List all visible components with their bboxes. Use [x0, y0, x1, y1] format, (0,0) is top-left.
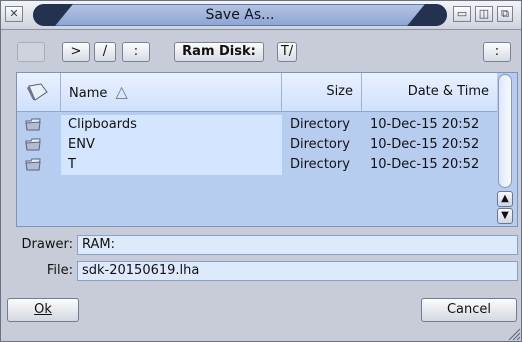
forward-button[interactable]: >: [62, 42, 90, 62]
column-name-header[interactable]: Name △: [61, 73, 282, 111]
file-label: File:: [46, 263, 73, 278]
ok-label: Ok: [34, 302, 52, 317]
scroll-up-arrow-icon[interactable]: ▲: [497, 191, 513, 207]
volume-button[interactable]: Ram Disk:: [174, 42, 264, 62]
scrollbar-track[interactable]: [498, 74, 512, 188]
file-date: 10-Dec-15 20:52: [370, 117, 480, 132]
file-size: Directory: [290, 117, 350, 132]
iconify-icon[interactable]: ▭: [453, 6, 471, 22]
folder-icon: [25, 138, 41, 151]
sort-ascending-icon: △: [115, 82, 128, 101]
list-item[interactable]: Clipboards Directory 10-Dec-15 20:52: [17, 115, 497, 135]
column-icon-header[interactable]: [17, 73, 61, 111]
path-button[interactable]: T/: [277, 42, 297, 62]
name-header-label: Name: [69, 86, 108, 101]
resize-grip-icon[interactable]: [507, 327, 521, 341]
file-name: Clipboards: [68, 117, 137, 132]
depth-icon[interactable]: ◫: [475, 6, 493, 22]
title-bar[interactable]: ✕ Save As... ▭ ◫ ⧉: [1, 1, 521, 30]
save-as-dialog: ✕ Save As... ▭ ◫ ⧉ > / : Ram Disk: T/ :: [0, 0, 522, 342]
file-size: Directory: [290, 157, 350, 172]
root-button[interactable]: /: [94, 42, 116, 62]
file-date: 10-Dec-15 20:52: [370, 137, 480, 152]
scroll-down-arrow-icon[interactable]: ▼: [497, 208, 513, 224]
folder-icon: [25, 118, 41, 131]
window-title: Save As...: [205, 7, 275, 23]
column-size-header[interactable]: Size: [282, 73, 362, 111]
ok-button[interactable]: Ok: [7, 298, 79, 322]
file-name: T: [68, 157, 76, 172]
file-name: ENV: [68, 137, 95, 152]
folder-icon: [25, 158, 41, 171]
file-list[interactable]: Name △ Size Date & Time Clipboards Direc…: [16, 72, 518, 227]
list-header: Name △ Size Date & Time: [17, 73, 497, 112]
column-date-header[interactable]: Date & Time: [362, 73, 497, 111]
list-rows: Clipboards Directory 10-Dec-15 20:52 ENV…: [17, 115, 497, 175]
drawer-label: Drawer:: [21, 237, 73, 252]
vertical-scrollbar[interactable]: ▲ ▼: [497, 73, 515, 226]
close-icon[interactable]: ✕: [5, 6, 23, 22]
file-name-field[interactable]: sdk-20150619.lha: [77, 261, 518, 281]
file-size: Directory: [290, 137, 350, 152]
parent-button[interactable]: [17, 42, 45, 62]
zoom-icon[interactable]: ⧉: [497, 6, 513, 22]
size-header-label: Size: [326, 84, 353, 99]
row-highlight: [61, 155, 282, 175]
cancel-button[interactable]: Cancel: [421, 298, 517, 322]
list-item[interactable]: T Directory 10-Dec-15 20:52: [17, 155, 497, 175]
menu-button[interactable]: :: [483, 42, 511, 62]
path-toolbar: > / : Ram Disk: T/ :: [1, 30, 521, 70]
date-header-label: Date & Time: [407, 84, 489, 99]
drawer-icon: [27, 83, 48, 101]
title-pill[interactable]: Save As...: [33, 4, 447, 26]
file-date: 10-Dec-15 20:52: [370, 157, 480, 172]
devices-button[interactable]: :: [122, 42, 150, 62]
list-item[interactable]: ENV Directory 10-Dec-15 20:52: [17, 135, 497, 155]
drawer-field[interactable]: RAM:: [77, 235, 518, 255]
